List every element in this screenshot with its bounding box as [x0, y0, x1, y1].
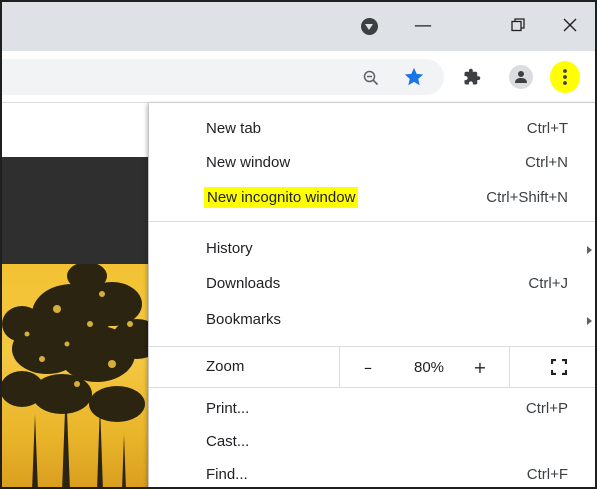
menu-item-downloads[interactable]: Downloads Ctrl+J	[149, 267, 595, 302]
menu-item-new-tab[interactable]: New tab Ctrl+T	[149, 112, 595, 147]
kebab-menu-icon	[563, 69, 567, 85]
zoom-in-button[interactable]: +	[465, 347, 495, 387]
zoom-value-text: 80%	[413, 358, 445, 376]
menu-item-bookmarks[interactable]: Bookmarks	[149, 303, 595, 338]
menu-item-shortcut: Ctrl+N	[525, 154, 568, 171]
menu-item-label: New tab	[206, 120, 262, 137]
zoom-out-button[interactable]: –	[349, 347, 387, 387]
zoom-level-value: 80%	[404, 347, 454, 387]
menu-item-print[interactable]: Print... Ctrl+P	[149, 392, 595, 427]
zoom-divider	[339, 347, 340, 387]
menu-separator	[149, 387, 595, 388]
menu-item-shortcut: Ctrl+P	[525, 400, 568, 417]
minimize-button[interactable]: —	[400, 8, 446, 42]
extensions-puzzle-icon[interactable]	[461, 66, 483, 88]
menu-item-shortcut: Ctrl+F	[526, 466, 568, 483]
menu-item-new-window[interactable]: New window Ctrl+N	[149, 146, 595, 181]
menu-item-label: New window	[206, 154, 291, 171]
menu-item-new-incognito-window[interactable]: New incognito window Ctrl+Shift+N	[149, 181, 595, 216]
page-header-dark	[2, 157, 162, 264]
zoom-out-icon[interactable]	[361, 68, 381, 88]
toolbar	[2, 51, 595, 103]
menu-item-find[interactable]: Find... Ctrl+F	[149, 458, 595, 487]
menu-item-label: Bookmarks	[206, 311, 282, 328]
fullscreen-button[interactable]	[544, 347, 574, 387]
page-photo-tree	[2, 264, 162, 487]
zoom-minus-icon: –	[364, 357, 372, 377]
submenu-arrow-icon	[587, 246, 592, 254]
menu-item-label: History	[206, 240, 253, 257]
close-button[interactable]	[547, 8, 593, 42]
kebab-menu-button[interactable]	[550, 61, 580, 93]
menu-item-shortcut: Ctrl+T	[526, 120, 568, 137]
zoom-divider	[509, 347, 510, 387]
menu-separator	[149, 221, 595, 222]
close-icon	[563, 18, 577, 32]
zoom-plus-icon: +	[473, 357, 487, 377]
menu-item-label: Cast...	[206, 433, 250, 450]
restore-icon	[511, 18, 525, 32]
tab-search-icon[interactable]	[361, 18, 378, 35]
zoom-label: Zoom	[206, 358, 245, 375]
menu-item-shortcut: Ctrl+J	[528, 275, 568, 292]
chrome-main-menu: New tab Ctrl+T New window Ctrl+N New inc…	[148, 103, 595, 487]
browser-window: — New tab Ctrl+T New window Ctrl+N New i…	[0, 0, 597, 489]
menu-item-label: Print...	[206, 400, 250, 417]
menu-item-label: Find...	[206, 466, 248, 483]
menu-item-history[interactable]: History	[149, 232, 595, 267]
restore-button[interactable]	[495, 8, 541, 42]
title-bar: —	[2, 2, 595, 51]
minimize-icon: —	[414, 14, 432, 36]
star-icon[interactable]	[402, 65, 426, 89]
menu-item-shortcut: Ctrl+Shift+N	[486, 189, 568, 206]
zoom-row: Zoom – 80% +	[149, 347, 595, 387]
submenu-arrow-icon	[587, 317, 592, 325]
menu-item-label: Downloads	[206, 275, 281, 292]
menu-item-label: New incognito window	[204, 187, 359, 208]
fullscreen-icon	[551, 359, 567, 375]
menu-item-cast[interactable]: Cast...	[149, 425, 595, 460]
profile-avatar-icon[interactable]	[509, 65, 533, 89]
